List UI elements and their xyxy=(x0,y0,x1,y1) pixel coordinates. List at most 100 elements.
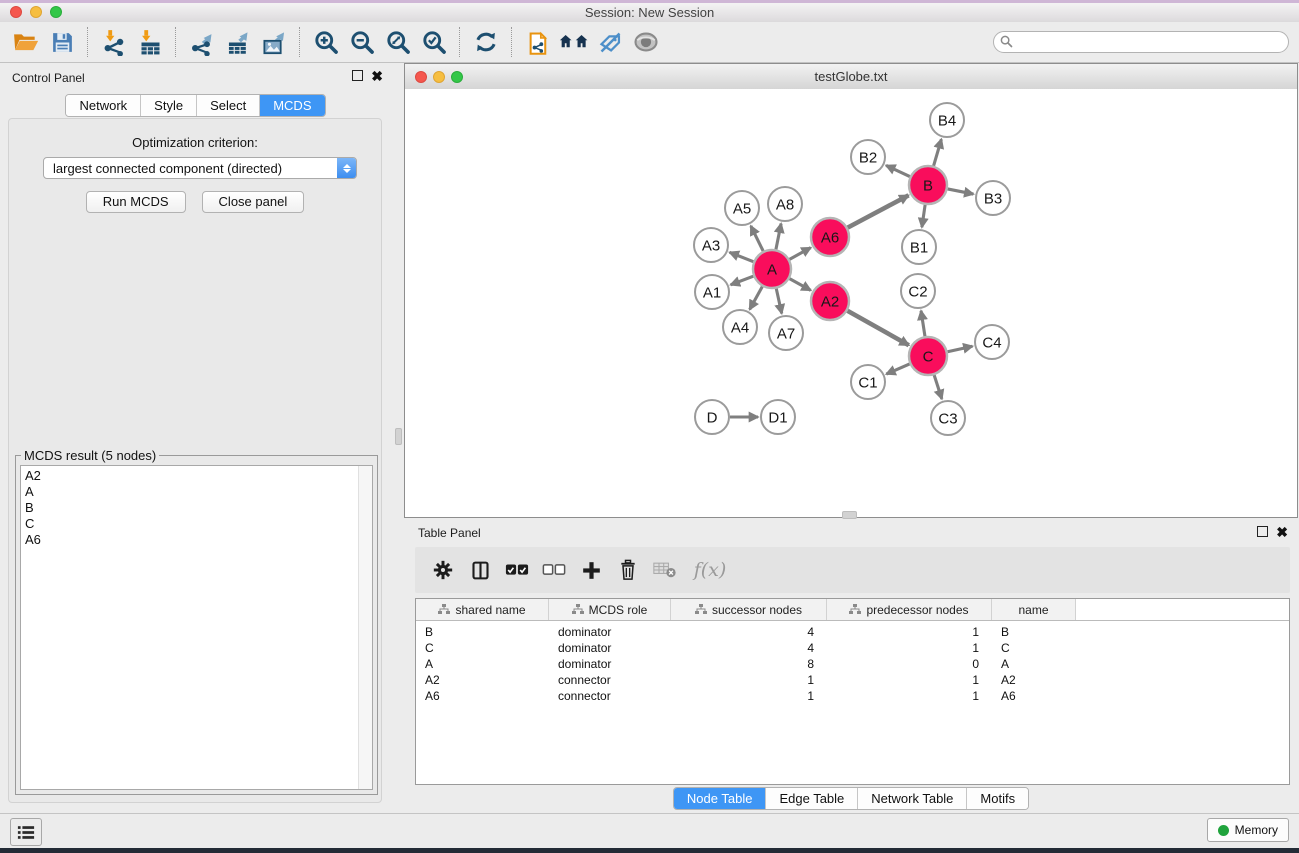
graph-edge[interactable] xyxy=(776,289,781,314)
tab-motifs[interactable]: Motifs xyxy=(967,788,1028,809)
table-row[interactable]: Cdominator41C xyxy=(416,640,1289,656)
table-cell[interactable]: A2 xyxy=(992,673,1076,687)
graph-node[interactable]: B3 xyxy=(976,181,1010,215)
add-row-button[interactable] xyxy=(577,556,605,584)
run-mcds-button[interactable]: Run MCDS xyxy=(86,191,186,213)
delete-table-button[interactable] xyxy=(651,556,679,584)
table-cell[interactable]: 1 xyxy=(671,689,827,703)
table-cell[interactable]: 8 xyxy=(671,657,827,671)
table-cell[interactable]: 1 xyxy=(671,673,827,687)
table-row[interactable]: Bdominator41B xyxy=(416,624,1289,640)
tab-style[interactable]: Style xyxy=(141,95,197,116)
zoom-fit-button[interactable] xyxy=(383,27,413,57)
graph-node[interactable]: A5 xyxy=(725,191,759,225)
graph-node[interactable]: A xyxy=(753,250,791,288)
network-canvas[interactable]: AA1A2A3A4A5A6A7A8BB1B2B3B4CC1C2C3C4DD1 xyxy=(405,89,1297,517)
splitpane-grip-horizontal[interactable] xyxy=(842,511,857,519)
table-cell[interactable]: B xyxy=(992,625,1076,639)
graph-edge[interactable] xyxy=(921,311,925,336)
result-item[interactable]: A xyxy=(25,484,372,500)
table-cell[interactable]: 4 xyxy=(671,625,827,639)
show-columns-button[interactable] xyxy=(466,556,494,584)
close-panel-icon[interactable]: ✖ xyxy=(371,71,383,81)
delete-row-button[interactable] xyxy=(614,556,642,584)
graph-edge[interactable] xyxy=(886,364,909,374)
refresh-layout-button[interactable] xyxy=(471,27,501,57)
table-cell[interactable]: connector xyxy=(549,673,671,687)
optimization-criterion-select[interactable]: largest connected component (directed) xyxy=(43,157,357,179)
table-cell[interactable]: 1 xyxy=(827,673,992,687)
graph-edge[interactable] xyxy=(731,276,754,285)
table-cell[interactable]: 4 xyxy=(671,641,827,655)
tab-network-table[interactable]: Network Table xyxy=(858,788,967,809)
graph-node[interactable]: C4 xyxy=(975,325,1009,359)
table-row[interactable]: Adominator80A xyxy=(416,656,1289,672)
graph-edge[interactable] xyxy=(750,287,763,310)
table-cell[interactable]: C xyxy=(992,641,1076,655)
save-session-button[interactable] xyxy=(47,27,77,57)
table-options-button[interactable] xyxy=(429,556,457,584)
export-image-button[interactable] xyxy=(259,27,289,57)
graph-node[interactable]: A3 xyxy=(694,228,728,262)
open-session-button[interactable] xyxy=(11,27,41,57)
deselect-all-button[interactable] xyxy=(540,556,568,584)
column-header[interactable]: predecessor nodes xyxy=(827,599,992,620)
tab-select[interactable]: Select xyxy=(197,95,260,116)
show-graphics-details-button[interactable] xyxy=(631,27,661,57)
table-cell[interactable]: A xyxy=(416,657,549,671)
result-scrollbar[interactable] xyxy=(358,466,372,789)
graph-node[interactable]: A6 xyxy=(811,218,849,256)
graph-node[interactable]: B xyxy=(909,166,947,204)
table-cell[interactable]: B xyxy=(416,625,549,639)
show-panel-list-button[interactable] xyxy=(10,818,42,846)
import-table-button[interactable] xyxy=(135,27,165,57)
graph-edge[interactable] xyxy=(948,189,974,194)
graph-node[interactable]: D xyxy=(695,400,729,434)
graph-edge[interactable] xyxy=(751,226,763,251)
table-cell[interactable]: 0 xyxy=(827,657,992,671)
table-cell[interactable]: 1 xyxy=(827,625,992,639)
graph-node[interactable]: C xyxy=(909,337,947,375)
graph-node[interactable]: B1 xyxy=(902,230,936,264)
table-cell[interactable]: 1 xyxy=(827,641,992,655)
table-cell[interactable]: dominator xyxy=(549,625,671,639)
tab-network[interactable]: Network xyxy=(66,95,141,116)
tab-edge-table[interactable]: Edge Table xyxy=(766,788,858,809)
tab-mcds[interactable]: MCDS xyxy=(260,95,324,116)
graph-edge[interactable] xyxy=(922,205,925,227)
graph-edge[interactable] xyxy=(790,279,811,291)
graph-edge[interactable] xyxy=(934,139,942,166)
table-cell[interactable]: A xyxy=(992,657,1076,671)
graph-node[interactable]: A2 xyxy=(811,282,849,320)
column-header[interactable]: MCDS role xyxy=(549,599,671,620)
home-button[interactable] xyxy=(559,27,589,57)
result-item[interactable]: B xyxy=(25,500,372,516)
table-cell[interactable]: C xyxy=(416,641,549,655)
table-cell[interactable]: A6 xyxy=(416,689,549,703)
table-cell[interactable]: dominator xyxy=(549,641,671,655)
graph-edge[interactable] xyxy=(790,248,811,260)
network-file-button[interactable] xyxy=(523,27,553,57)
float-table-panel-icon[interactable] xyxy=(1257,526,1268,537)
result-item[interactable]: A6 xyxy=(25,532,372,548)
import-network-button[interactable] xyxy=(99,27,129,57)
graph-edge[interactable] xyxy=(934,375,942,399)
table-row[interactable]: A6connector11A6 xyxy=(416,688,1289,704)
table-cell[interactable]: A6 xyxy=(992,689,1076,703)
graph-node[interactable]: C2 xyxy=(901,274,935,308)
table-cell[interactable]: dominator xyxy=(549,657,671,671)
graph-node[interactable]: B2 xyxy=(851,140,885,174)
export-network-button[interactable] xyxy=(187,27,217,57)
graph-edge[interactable] xyxy=(776,224,781,250)
mcds-result-list[interactable]: A2ABCA6 xyxy=(20,465,373,790)
graph-edge[interactable] xyxy=(886,165,910,176)
result-item[interactable]: C xyxy=(25,516,372,532)
result-item[interactable]: A2 xyxy=(25,468,372,484)
memory-button[interactable]: Memory xyxy=(1207,818,1289,842)
table-cell[interactable]: connector xyxy=(549,689,671,703)
zoom-out-button[interactable] xyxy=(347,27,377,57)
close-table-panel-icon[interactable]: ✖ xyxy=(1276,527,1288,537)
graph-node[interactable]: D1 xyxy=(761,400,795,434)
table-row[interactable]: A2connector11A2 xyxy=(416,672,1289,688)
search-input[interactable] xyxy=(993,31,1289,53)
